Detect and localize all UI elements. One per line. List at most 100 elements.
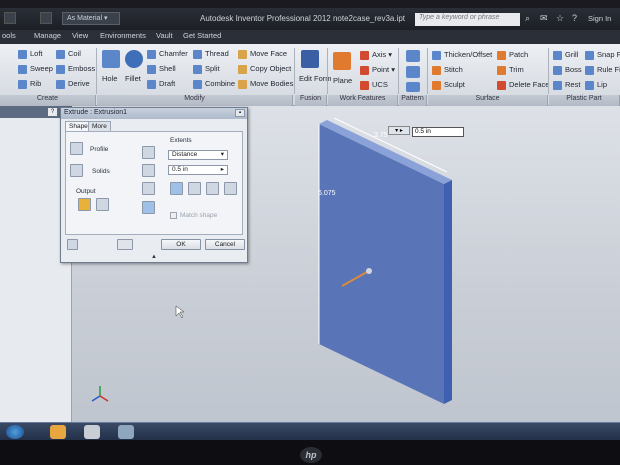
- panel-surface-label[interactable]: Surface: [428, 95, 548, 106]
- arrow-grip[interactable]: [366, 268, 372, 274]
- edit-form-icon[interactable]: [301, 50, 319, 68]
- trim-button[interactable]: Trim: [497, 65, 524, 75]
- help-icon[interactable]: ?: [48, 108, 57, 116]
- tab-manage[interactable]: Manage: [34, 31, 61, 40]
- derive-button[interactable]: Derive: [56, 79, 90, 89]
- panel-create-label[interactable]: Create: [0, 95, 96, 106]
- preview-icon[interactable]: [117, 239, 133, 250]
- rest-button[interactable]: Rest: [553, 80, 580, 90]
- grill-button[interactable]: Grill: [553, 50, 578, 60]
- app-menu-icon[interactable]: [4, 12, 16, 24]
- fillet-icon[interactable]: [125, 50, 143, 68]
- draft-icon: [147, 79, 156, 89]
- close-icon[interactable]: ▪: [235, 109, 245, 117]
- sweep-button[interactable]: Sweep: [18, 64, 53, 74]
- solids-icon[interactable]: [70, 164, 83, 177]
- search-icon[interactable]: ⌕: [525, 13, 530, 24]
- mirror-icon[interactable]: [406, 82, 420, 92]
- inventor-icon[interactable]: [118, 425, 134, 439]
- favorites-icon[interactable]: ☆: [556, 13, 564, 24]
- symmetric-icon[interactable]: [206, 182, 219, 195]
- asymmetric-icon[interactable]: [224, 182, 237, 195]
- draft-button[interactable]: Draft: [147, 79, 175, 89]
- sweep-icon: [18, 64, 27, 74]
- output-surface-icon[interactable]: [96, 198, 109, 211]
- move-bodies-button[interactable]: Move Bodies: [238, 79, 293, 89]
- coil-button[interactable]: Coil: [56, 49, 81, 59]
- operation-cut-icon[interactable]: [142, 164, 155, 177]
- search-input[interactable]: Type a keyword or phrase: [415, 13, 520, 26]
- copy-object-button[interactable]: Copy Object: [238, 64, 291, 74]
- thread-icon: [193, 49, 202, 59]
- sculpt-button[interactable]: Sculpt: [432, 80, 465, 90]
- match-shape-checkbox[interactable]: [170, 212, 177, 219]
- explorer-icon[interactable]: [84, 425, 100, 439]
- cancel-button[interactable]: Cancel: [205, 239, 245, 250]
- patch-button[interactable]: Patch: [497, 50, 528, 60]
- tab-view[interactable]: View: [72, 31, 88, 40]
- hole-label[interactable]: Hole: [102, 74, 117, 83]
- boss-button[interactable]: Boss: [553, 65, 582, 75]
- profile-icon[interactable]: [70, 142, 83, 155]
- expand-arrow-icon[interactable]: ▲: [151, 254, 157, 260]
- new-solid-icon[interactable]: [142, 201, 155, 214]
- emboss-button[interactable]: Emboss: [56, 64, 95, 74]
- delete-face-button[interactable]: Delete Face: [497, 80, 549, 90]
- plane-button[interactable]: Plane: [333, 76, 352, 85]
- output-solid-icon[interactable]: [78, 198, 91, 211]
- sign-in-link[interactable]: Sign In: [588, 14, 611, 23]
- point-button[interactable]: Point ▾: [360, 65, 395, 75]
- extents-select[interactable]: Distance ▾: [168, 150, 228, 160]
- circular-pattern-icon[interactable]: [406, 66, 420, 78]
- loft-button[interactable]: Loft: [18, 49, 43, 59]
- split-button[interactable]: Split: [193, 64, 220, 74]
- lip-button[interactable]: Lip: [585, 80, 607, 90]
- communication-icon[interactable]: ✉: [540, 13, 548, 24]
- plane-icon[interactable]: [333, 52, 351, 70]
- panel-plastic-part-label[interactable]: Plastic Part: [549, 95, 620, 106]
- ok-button[interactable]: OK: [161, 239, 201, 250]
- tab-vault[interactable]: Vault: [156, 31, 173, 40]
- tab-get-started[interactable]: Get Started: [183, 31, 221, 40]
- tab-tools[interactable]: ools: [2, 31, 16, 40]
- distance-input[interactable]: 0.5 in ▸: [168, 165, 228, 175]
- start-button[interactable]: [6, 425, 24, 439]
- snap-fit-button[interactable]: Snap Fit: [585, 50, 620, 60]
- help-icon[interactable]: ?: [572, 13, 577, 23]
- rule-fillet-button[interactable]: Rule Fill: [585, 65, 620, 75]
- inline-distance-input[interactable]: 0.5 in: [412, 127, 464, 137]
- move-face-button[interactable]: Move Face: [238, 49, 287, 59]
- panel-work-features-label[interactable]: Work Features: [328, 95, 398, 106]
- split-icon: [193, 64, 202, 74]
- operation-join-icon[interactable]: [142, 146, 155, 159]
- help-icon[interactable]: [67, 239, 78, 250]
- panel-pattern-label[interactable]: Pattern: [399, 95, 427, 106]
- quick-access-icon[interactable]: [40, 12, 52, 24]
- tab-more[interactable]: More: [88, 121, 111, 131]
- browser-icon[interactable]: [50, 425, 66, 439]
- hole-icon[interactable]: [102, 50, 120, 68]
- rib-icon: [18, 79, 27, 89]
- chamfer-button[interactable]: Chamfer: [147, 49, 188, 59]
- stitch-button[interactable]: Stitch: [432, 65, 463, 75]
- fillet-label[interactable]: Fillet: [125, 74, 141, 83]
- shell-button[interactable]: Shell: [147, 64, 176, 74]
- rib-button[interactable]: Rib: [18, 79, 41, 89]
- dimension-toolbar[interactable]: ▾ ▸: [388, 126, 410, 135]
- tab-environments[interactable]: Environments: [100, 31, 146, 40]
- panel-fusion-label[interactable]: Fusion: [295, 95, 327, 106]
- rectangular-pattern-icon[interactable]: [406, 50, 420, 62]
- panel-modify-label[interactable]: Modify: [97, 95, 293, 106]
- thicken-offset-button[interactable]: Thicken/Offset: [432, 50, 492, 60]
- part-side-face[interactable]: [444, 180, 452, 404]
- part-front-face[interactable]: [319, 124, 444, 404]
- thread-button[interactable]: Thread: [193, 49, 229, 59]
- ucs-button[interactable]: UCS: [360, 80, 388, 90]
- direction-1-icon[interactable]: [170, 182, 183, 195]
- operation-intersect-icon[interactable]: [142, 182, 155, 195]
- axis-button[interactable]: Axis ▾: [360, 50, 392, 60]
- direction-2-icon[interactable]: [188, 182, 201, 195]
- material-dropdown[interactable]: As Material ▾: [62, 12, 120, 25]
- shell-icon: [147, 64, 156, 74]
- combine-button[interactable]: Combine: [193, 79, 235, 89]
